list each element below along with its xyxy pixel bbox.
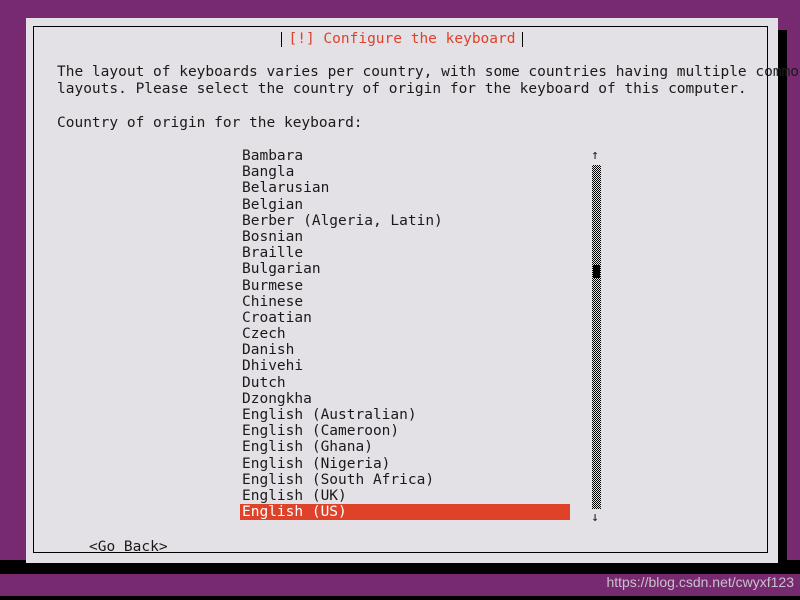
- scrollbar-thumb[interactable]: [593, 265, 600, 278]
- field-prompt-label: Country of origin for the keyboard:: [57, 115, 363, 131]
- country-list-item[interactable]: Burmese: [240, 278, 570, 294]
- country-list[interactable]: Bambara Bangla Belarusian Belgian Berber (Al…: [240, 148, 570, 521]
- country-list-item[interactable]: Bangla: [240, 164, 570, 180]
- country-list-item[interactable]: English (Australian): [240, 407, 570, 423]
- country-list-item[interactable]: Danish: [240, 342, 570, 358]
- country-list-item[interactable]: Dzongkha: [240, 391, 570, 407]
- dialog-body: The layout of keyboards varies per count…: [34, 27, 800, 555]
- country-list-item[interactable]: English (Cameroon): [240, 423, 570, 439]
- watermark-url: https://blog.csdn.net/cwyxf123: [606, 574, 794, 590]
- country-list-item[interactable]: English (South Africa): [240, 472, 570, 488]
- scrollbar-track[interactable]: [592, 165, 601, 509]
- go-back-button[interactable]: <Go Back>: [89, 539, 168, 556]
- country-list-item[interactable]: Dhivehi: [240, 358, 570, 374]
- country-list-item[interactable]: English (Ghana): [240, 439, 570, 455]
- country-list-item[interactable]: English (Nigeria): [240, 456, 570, 472]
- country-list-item[interactable]: Dutch: [240, 375, 570, 391]
- country-list-item[interactable]: Berber (Algeria, Latin): [240, 213, 570, 229]
- country-list-item[interactable]: Czech: [240, 326, 570, 342]
- country-list-item[interactable]: Chinese: [240, 294, 570, 310]
- country-list-item[interactable]: Belgian: [240, 197, 570, 213]
- scroll-down-arrow-icon[interactable]: ↓: [587, 511, 603, 525]
- country-list-item[interactable]: Croatian: [240, 310, 570, 326]
- configure-keyboard-dialog: [!] Configure the keyboard The layout of…: [26, 18, 800, 563]
- country-list-item-selected[interactable]: English (US): [240, 504, 570, 521]
- country-list-item[interactable]: Bambara: [240, 148, 570, 164]
- country-list-item[interactable]: Bosnian: [240, 229, 570, 245]
- country-list-scrollbar[interactable]: ↑ ↓: [587, 149, 603, 525]
- description-text: The layout of keyboards varies per count…: [57, 64, 800, 97]
- country-list-item[interactable]: Braille: [240, 245, 570, 261]
- installer-screen: [!] Configure the keyboard The layout of…: [0, 0, 800, 600]
- keyboard-shortcut-hint: <Tab> moves; <Space> selects; <Enter> ac…: [32, 596, 470, 600]
- country-list-item[interactable]: English (UK): [240, 488, 570, 504]
- country-list-item[interactable]: Belarusian: [240, 180, 570, 196]
- scroll-up-arrow-icon[interactable]: ↑: [587, 149, 603, 163]
- country-list-item[interactable]: Bulgarian: [240, 261, 570, 277]
